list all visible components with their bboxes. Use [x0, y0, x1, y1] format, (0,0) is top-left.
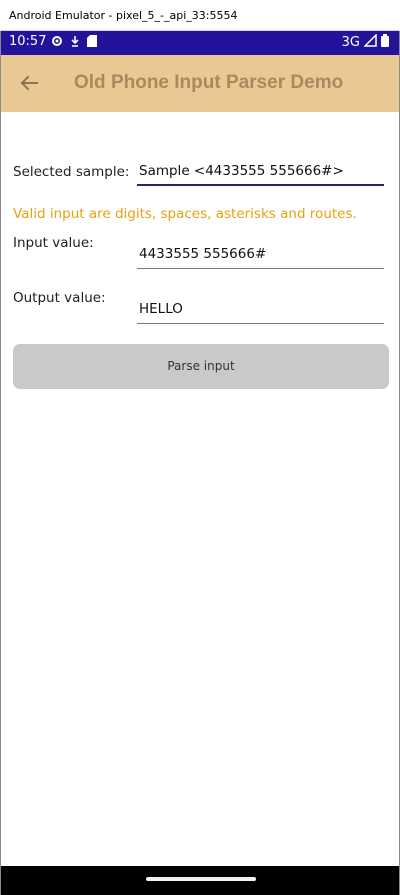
arrow-left-icon — [20, 75, 38, 91]
input-label: Input value: — [13, 235, 94, 251]
device-screen: 10:57 3G Old Phone Input Parser Demo Sel… — [0, 31, 400, 895]
output-field[interactable]: HELLO — [137, 301, 384, 324]
sample-picker[interactable]: Sample <4433555 555666#> — [137, 163, 384, 186]
input-field[interactable]: 4433555 555666# — [137, 246, 384, 269]
output-label: Output value: — [13, 290, 106, 306]
status-bar: 10:57 3G — [1, 31, 399, 55]
navigation-bar — [1, 866, 399, 895]
network-type: 3G — [341, 35, 360, 50]
status-time: 10:57 — [9, 34, 47, 49]
input-hint: Valid input are digits, spaces, asterisk… — [13, 206, 357, 222]
home-gesture-handle[interactable] — [146, 877, 256, 881]
sd-card-icon — [87, 35, 97, 51]
selected-sample-label: Selected sample: — [13, 164, 130, 180]
status-icons-left — [51, 35, 97, 51]
parse-input-button[interactable]: Parse input — [13, 344, 389, 389]
emulator-window-title: Android Emulator - pixel_5_-_api_33:5554 — [0, 0, 400, 31]
settings-icon — [51, 35, 63, 51]
battery-icon — [381, 34, 389, 51]
download-icon — [69, 35, 81, 51]
back-button[interactable] — [15, 69, 43, 97]
app-bar: Old Phone Input Parser Demo — [1, 55, 399, 112]
app-title: Old Phone Input Parser Demo — [74, 72, 344, 93]
signal-icon — [363, 33, 377, 51]
status-icons-right: 3G — [341, 33, 389, 51]
